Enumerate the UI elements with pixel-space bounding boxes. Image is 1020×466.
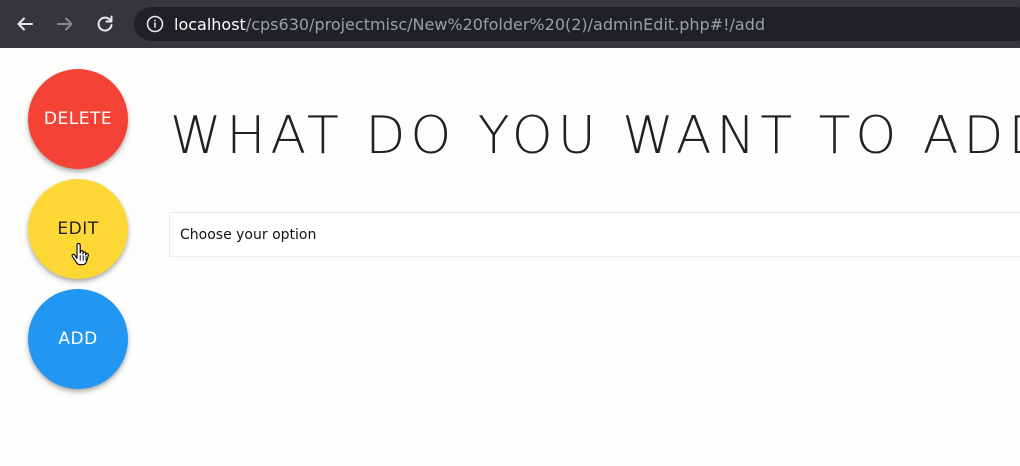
- arrow-right-icon: [57, 17, 73, 31]
- arrow-left-icon: [17, 17, 33, 31]
- url-path: /cps630/projectmisc/New%20folder%20(2)/a…: [245, 14, 766, 34]
- page-title: WHAT DO YOU WANT TO ADD: [170, 106, 1020, 166]
- back-button[interactable]: [5, 0, 45, 48]
- hand-pointer-icon: [71, 243, 89, 266]
- delete-button[interactable]: DELETE: [28, 69, 128, 169]
- address-bar[interactable]: localhost/cps630/projectmisc/New%20folde…: [134, 7, 1020, 41]
- url-host: localhost: [174, 14, 246, 34]
- reload-icon: [97, 15, 113, 32]
- url-text: localhost/cps630/projectmisc/New%20folde…: [174, 15, 765, 34]
- info-icon[interactable]: [146, 15, 164, 33]
- browser-toolbar: localhost/cps630/projectmisc/New%20folde…: [0, 0, 1020, 48]
- reload-button[interactable]: [85, 0, 125, 48]
- forward-button[interactable]: [45, 0, 85, 48]
- add-button[interactable]: ADD: [28, 289, 128, 389]
- option-select[interactable]: Choose your option: [169, 212, 1020, 257]
- page-content: DELETE EDIT ADD WHAT DO YOU WANT TO ADD …: [0, 48, 1020, 466]
